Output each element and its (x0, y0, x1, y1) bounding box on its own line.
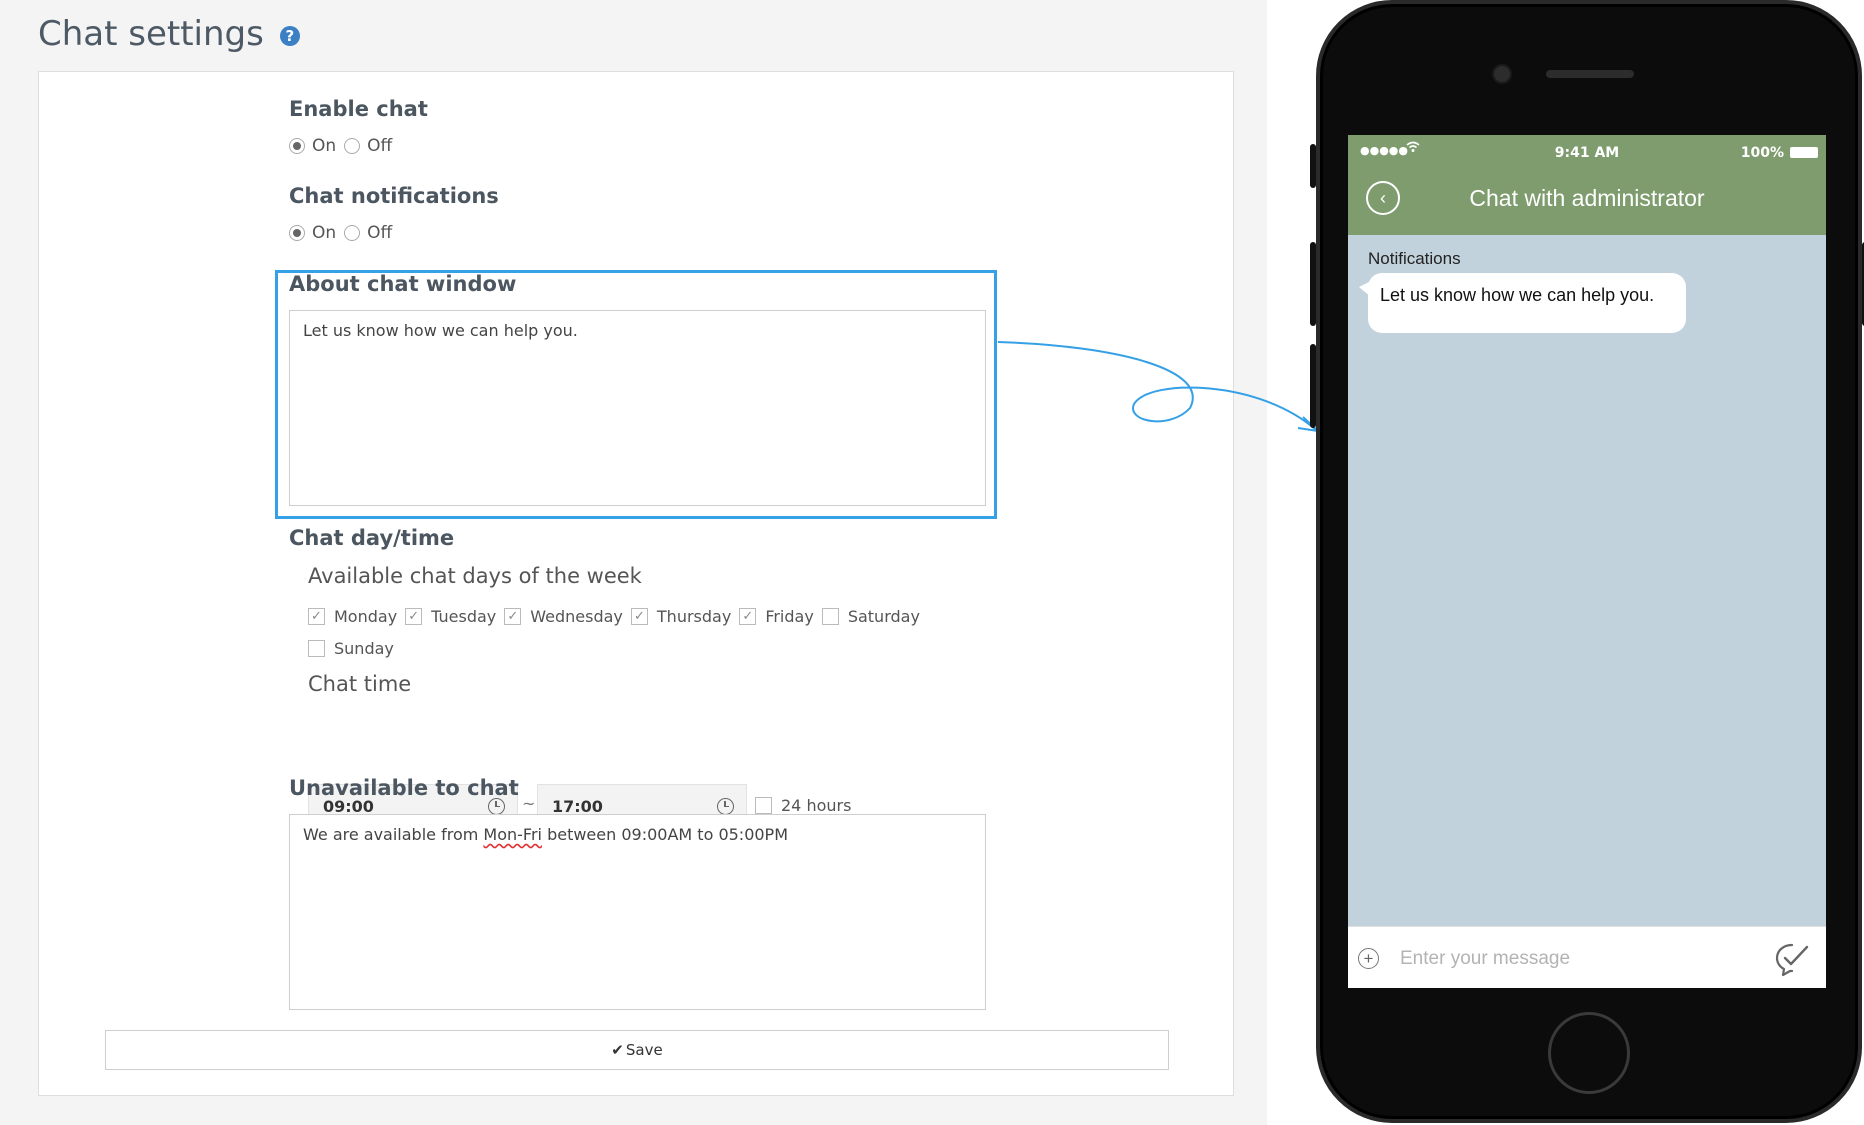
wednesday-checkbox[interactable]: ✓ (504, 608, 522, 625)
message-bubble: Let us know how we can help you. (1359, 273, 1686, 333)
save-button[interactable]: ✔ Save (105, 1030, 1169, 1070)
unavailable-textarea[interactable]: We are available from Mon-Fri between 09… (289, 814, 986, 1010)
tuesday-checkbox[interactable]: ✓ (405, 608, 423, 625)
end-time-value: 17:00 (552, 796, 603, 816)
chat-header: ‹ Chat with administrator (1348, 171, 1826, 235)
enable-chat-off-label[interactable]: Off (367, 136, 392, 156)
chat-day-time-label: Chat day/time (289, 526, 455, 550)
monday-checkbox[interactable]: ✓ (308, 608, 325, 625)
enable-chat-on-label[interactable]: On (312, 136, 336, 156)
settings-area: Chat settings ? Enable chat On Off Chat … (0, 0, 1267, 1125)
notifications-off-radio[interactable] (344, 225, 361, 241)
page-title-text: Chat settings (38, 14, 264, 54)
notifications-off-label[interactable]: Off (367, 223, 392, 243)
speaker-grille (1546, 70, 1634, 78)
wednesday-label[interactable]: Wednesday (530, 607, 623, 626)
save-label: Save (625, 1041, 663, 1059)
chat-title: Chat with administrator (1469, 185, 1705, 211)
chat-notifications-radio-group: On Off (289, 223, 400, 243)
available-days-label: Available chat days of the week (308, 564, 642, 588)
saturday-label[interactable]: Saturday (848, 607, 920, 626)
about-chat-window-label: About chat window (289, 272, 517, 296)
about-chat-window-textarea[interactable]: Let us know how we can help you. (289, 310, 986, 506)
check-icon: ✔ (611, 1041, 624, 1059)
friday-label[interactable]: Friday (765, 607, 814, 626)
enable-chat-radio-group: On Off (289, 136, 400, 156)
unavailable-text-after: between 09:00AM to 05:00PM (541, 825, 788, 844)
unavailable-label: Unavailable to chat (289, 776, 519, 800)
all-day-checkbox[interactable] (755, 797, 772, 814)
days-checkbox-row-2: Sunday (308, 639, 402, 658)
chat-notifications-label: Chat notifications (289, 184, 499, 208)
sunday-checkbox[interactable] (308, 640, 325, 657)
enable-chat-on-radio[interactable] (289, 138, 305, 154)
sunday-label[interactable]: Sunday (334, 639, 394, 658)
status-bar: ●●●●● 9:41 AM 100% (1348, 135, 1826, 171)
tuesday-label[interactable]: Tuesday (431, 607, 496, 626)
chat-time-label: Chat time (308, 672, 412, 696)
message-text: Let us know how we can help you. (1380, 285, 1655, 305)
add-attachment-button[interactable]: + (1358, 948, 1379, 969)
page-title: Chat settings ? (38, 14, 300, 54)
settings-card: Enable chat On Off Chat notifications On… (38, 71, 1234, 1096)
home-button[interactable] (1548, 1012, 1630, 1094)
message-input[interactable] (1398, 941, 1742, 977)
volume-up-button (1310, 242, 1316, 326)
mute-switch (1310, 144, 1316, 188)
clock-icon[interactable] (488, 797, 505, 815)
send-button[interactable] (1772, 939, 1812, 979)
phone-mockup: ●●●●● 9:41 AM 100% ‹ Chat with administr… (1310, 0, 1864, 1123)
enable-chat-off-radio[interactable] (344, 138, 361, 154)
battery-icon (1790, 147, 1818, 158)
send-check-icon (1775, 943, 1809, 977)
volume-down-button (1310, 344, 1316, 428)
notifications-on-label[interactable]: On (312, 223, 336, 243)
camera-icon (1492, 64, 1512, 84)
monday-label[interactable]: Monday (334, 607, 397, 626)
clock-icon[interactable] (717, 797, 734, 815)
help-icon[interactable]: ? (279, 26, 300, 46)
about-chat-window-text: Let us know how we can help you. (303, 321, 578, 340)
saturday-checkbox[interactable] (821, 608, 839, 625)
all-day-row: 24 hours (755, 796, 859, 815)
days-checkbox-row-1: ✓ Monday ✓ Tuesday ✓ Wednesday ✓ Thursda… (308, 607, 928, 626)
thursday-checkbox[interactable]: ✓ (630, 608, 648, 625)
all-day-label[interactable]: 24 hours (781, 796, 851, 815)
unavailable-text-before: We are available from (303, 825, 484, 844)
phone-screen: ●●●●● 9:41 AM 100% ‹ Chat with administr… (1348, 135, 1826, 988)
notifications-label: Notifications (1368, 249, 1461, 268)
unavailable-text-misspelled: Mon-Fri (483, 825, 542, 844)
plus-icon: + (1363, 949, 1374, 968)
notifications-on-radio[interactable] (289, 225, 305, 241)
enable-chat-label: Enable chat (289, 97, 428, 121)
friday-checkbox[interactable]: ✓ (739, 608, 757, 625)
thursday-label[interactable]: Thursday (657, 607, 731, 626)
battery-percentage: 100% (1740, 145, 1784, 161)
time-separator: ~ (522, 794, 536, 813)
message-input-bar: + (1348, 926, 1826, 988)
